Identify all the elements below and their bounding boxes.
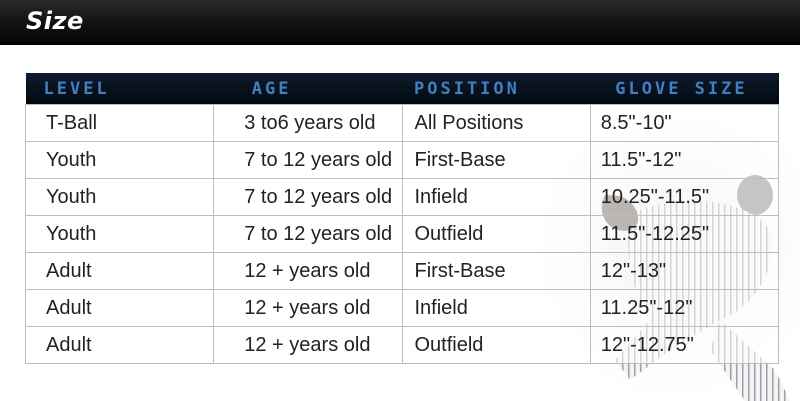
table-header-row: LEVEL AGE POSITION GLOVE SIZE	[25, 73, 779, 105]
page-title: Size	[26, 7, 84, 35]
table-row: T-Ball 3 to6 years old All Positions 8.5…	[24, 104, 780, 142]
cell-age: 3 to6 years old	[213, 104, 403, 142]
cell-level: Adult	[24, 289, 215, 327]
cell-age: 7 to 12 years old	[213, 141, 403, 179]
cell-level: T-Ball	[24, 104, 215, 142]
table-row: Adult 12 + years old Outfield 12"-12.75"	[24, 326, 780, 364]
cell-level: Youth	[24, 215, 215, 253]
cell-age: 12 + years old	[213, 326, 403, 364]
cell-level: Adult	[24, 326, 215, 364]
table-row: Youth 7 to 12 years old First-Base 11.5"…	[24, 141, 780, 179]
cell-age: 7 to 12 years old	[213, 215, 403, 253]
cell-position: Infield	[401, 289, 591, 327]
table-row: Adult 12 + years old Infield 11.25"-12"	[24, 289, 780, 327]
glove-size-table: LEVEL AGE POSITION GLOVE SIZE T-Ball 3 t…	[24, 73, 780, 364]
cell-position: First-Base	[401, 252, 591, 290]
cell-glove-size: 12"-12.75"	[589, 326, 780, 364]
column-header-age: AGE	[213, 73, 402, 105]
cell-level: Youth	[24, 178, 215, 216]
cell-age: 12 + years old	[213, 289, 403, 327]
cell-glove-size: 11.5"-12"	[589, 141, 780, 179]
cell-age: 7 to 12 years old	[213, 178, 403, 216]
column-header-position: POSITION	[402, 73, 591, 105]
cell-glove-size: 8.5"-10"	[589, 104, 780, 142]
cell-position: Infield	[401, 178, 591, 216]
cell-glove-size: 12"-13"	[589, 252, 780, 290]
table-row: Adult 12 + years old First-Base 12"-13"	[24, 252, 780, 290]
table-row: Youth 7 to 12 years old Infield 10.25"-1…	[24, 178, 780, 216]
cell-position: Outfield	[401, 326, 591, 364]
column-header-level: LEVEL	[25, 73, 214, 105]
cell-glove-size: 10.25"-11.5"	[589, 178, 780, 216]
cell-glove-size: 11.5"-12.25"	[589, 215, 780, 253]
cell-age: 12 + years old	[213, 252, 403, 290]
cell-position: First-Base	[401, 141, 591, 179]
cell-position: Outfield	[401, 215, 591, 253]
cell-level: Youth	[24, 141, 215, 179]
cell-level: Adult	[24, 252, 215, 290]
cell-glove-size: 11.25"-12"	[589, 289, 780, 327]
column-header-glove-size: GLOVE SIZE	[590, 73, 779, 105]
table-row: Youth 7 to 12 years old Outfield 11.5"-1…	[24, 215, 780, 253]
header-bar: Size	[0, 0, 800, 45]
cell-position: All Positions	[401, 104, 591, 142]
